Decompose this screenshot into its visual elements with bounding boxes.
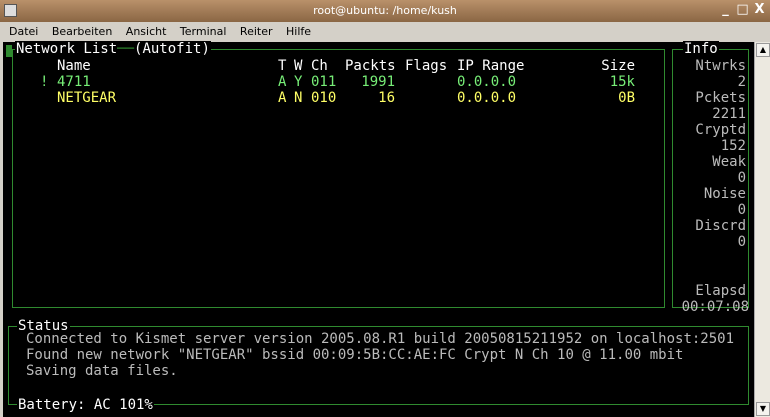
- header-ip-range[interactable]: IP Range: [457, 58, 524, 74]
- info-title: Info: [683, 41, 719, 57]
- alert-marker: !: [40, 74, 49, 90]
- network-name: 4711: [57, 74, 91, 90]
- network-wep: N: [294, 90, 303, 106]
- network-packets: 1991: [361, 74, 395, 90]
- menu-reiter[interactable]: Reiter: [240, 25, 273, 38]
- window-menu-icon[interactable]: [4, 4, 17, 17]
- network-channel: 011: [311, 74, 337, 90]
- info-label: Weak: [712, 154, 746, 170]
- network-list-mode: (Autofit): [134, 41, 210, 57]
- network-packets: 16: [378, 90, 395, 106]
- network-list-title: Network List: [16, 41, 118, 57]
- menu-hilfe[interactable]: Hilfe: [286, 25, 311, 38]
- title-bar: root@ubuntu: /home/kush _ □ X: [0, 0, 770, 22]
- header-t[interactable]: T: [278, 58, 286, 74]
- status-line: Found new network "NETGEAR" bssid 00:09:…: [26, 347, 684, 363]
- status-panel: Status Connected to Kismet server versio…: [8, 318, 749, 413]
- info-value: 0: [737, 170, 746, 186]
- close-button[interactable]: X: [752, 3, 767, 18]
- header-ch[interactable]: Ch: [311, 58, 328, 74]
- window-title: root@ubuntu: /home/kush: [313, 4, 457, 17]
- network-ip: 0.0.0.0: [457, 74, 517, 90]
- minimize-button[interactable]: _: [718, 3, 733, 18]
- status-line: Connected to Kismet server version 2005.…: [26, 331, 735, 347]
- network-type: A: [278, 90, 287, 106]
- info-label: Noise: [703, 186, 746, 202]
- scroll-up-arrow-icon[interactable]: ▲: [756, 43, 770, 57]
- battery-status: Battery: AC 101%: [17, 397, 154, 413]
- info-value: 152: [720, 138, 746, 154]
- header-w[interactable]: W: [294, 58, 302, 74]
- info-label: Elapsd: [695, 283, 746, 299]
- info-value: 2211: [712, 106, 746, 122]
- network-type: A: [278, 74, 287, 90]
- menu-terminal[interactable]: Terminal: [180, 25, 227, 38]
- menu-bearbeiten[interactable]: Bearbeiten: [52, 25, 112, 38]
- header-packets[interactable]: Packts: [345, 58, 396, 74]
- info-value: 0: [737, 234, 746, 250]
- info-label: Ntwrks: [695, 58, 746, 74]
- network-size: 15k: [609, 74, 635, 90]
- menu-ansicht[interactable]: Ansicht: [126, 25, 167, 38]
- elapsed-time: 00:07:08: [681, 299, 749, 315]
- terminal[interactable]: Network List──(Autofit) Name T W Ch Pack…: [3, 41, 754, 417]
- network-list-panel: Network List──(Autofit) Name T W Ch Pack…: [12, 41, 665, 308]
- info-label: Cryptd: [695, 122, 746, 138]
- scrollbar[interactable]: ▲ ▼: [754, 42, 770, 417]
- info-label: Discrd: [695, 218, 746, 234]
- info-value: 2: [737, 74, 746, 90]
- header-size[interactable]: Size: [573, 58, 635, 74]
- network-channel: 010: [311, 90, 337, 106]
- menu-datei[interactable]: Datei: [9, 25, 38, 38]
- menu-bar: Datei Bearbeiten Ansicht Terminal Reiter…: [0, 22, 770, 42]
- info-label: Pckets: [695, 90, 746, 106]
- scroll-down-arrow-icon[interactable]: ▼: [756, 402, 770, 416]
- header-name[interactable]: Name: [57, 58, 91, 74]
- info-value: 0: [737, 202, 746, 218]
- status-line: Saving data files.: [26, 363, 178, 379]
- network-ip: 0.0.0.0: [457, 90, 517, 106]
- header-flags[interactable]: Flags: [405, 58, 447, 74]
- maximize-button[interactable]: □: [735, 3, 750, 18]
- network-name: NETGEAR: [57, 90, 117, 106]
- info-panel: Info Ntwrks 2 Pckets 2211 Cryptd 152 Weak 0 Nois…: [672, 41, 749, 315]
- network-wep: Y: [294, 74, 303, 90]
- network-size: 0B: [618, 90, 635, 106]
